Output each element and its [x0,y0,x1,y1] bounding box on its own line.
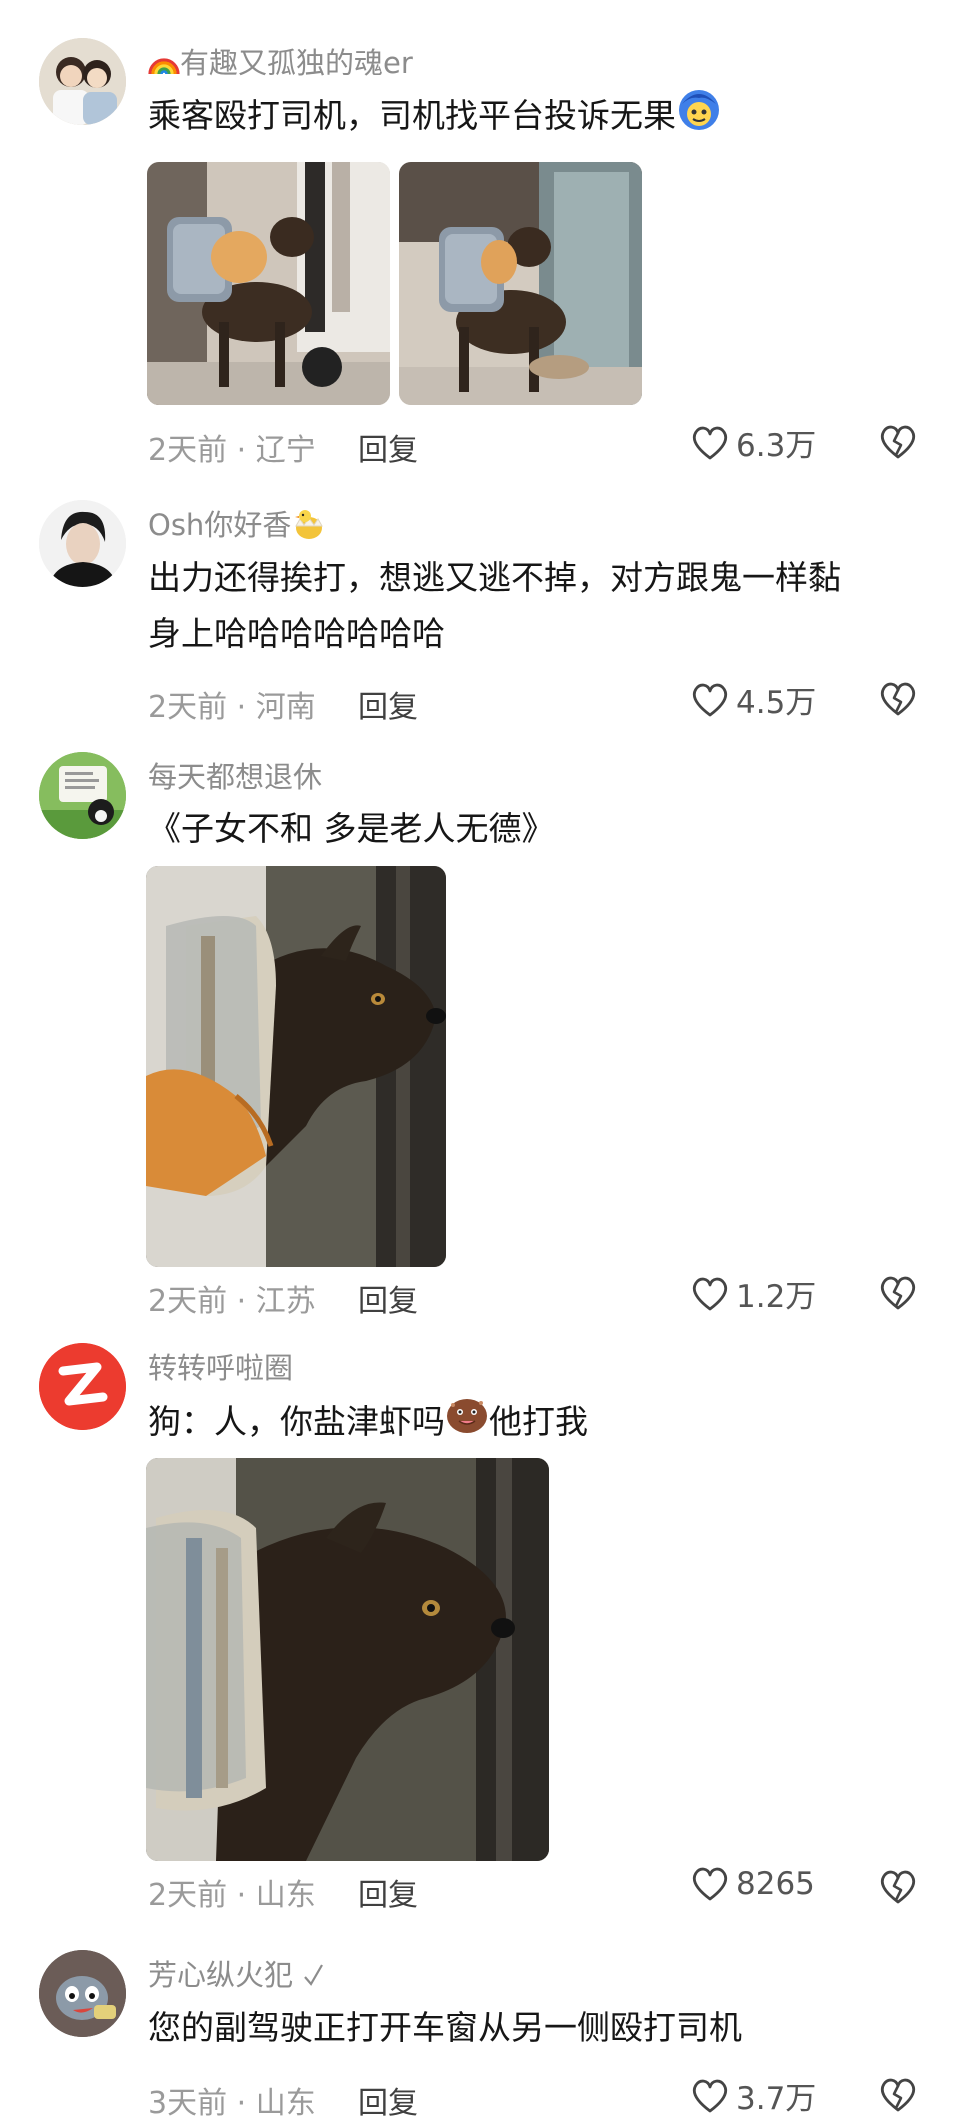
like-count: 1.2万 [736,1279,817,1315]
like-count: 3.7万 [736,2081,817,2117]
time-location: 2天前 · 河南 [148,690,316,725]
like-count: 6.3万 [736,428,817,464]
like-button[interactable]: 6.3万 [690,420,816,465]
time-location: 2天前 · 辽宁 [148,433,316,468]
reply-button[interactable]: 回复 [358,425,418,469]
comment-text: 乘客殴打司机，司机找平台投诉无果 [148,86,908,149]
heart-icon [692,2079,728,2112]
dislike-button[interactable] [878,1868,918,1910]
broken-heart-icon [880,425,916,459]
avatar[interactable] [39,1343,126,1430]
dislike-button[interactable] [878,2076,918,2118]
like-count: 8265 [736,1866,815,1902]
comment-text: 狗：人，你盐津虾吗 他打我 [148,1394,908,1452]
reply-button[interactable]: 回复 [358,682,418,726]
avatar[interactable] [39,38,126,125]
blue-face-emoji-icon [676,86,722,149]
username-text: 转转呼啦圈 [148,1351,294,1385]
comment-image-1[interactable] [147,162,390,405]
broken-heart-icon [880,1870,916,1904]
comment-image[interactable] [146,1458,549,1861]
heart-icon [692,426,728,459]
username[interactable]: 转转呼啦圈 [148,1345,293,1387]
dislike-button[interactable] [878,1274,918,1316]
avatar[interactable] [39,752,126,839]
username[interactable]: 有趣又孤独的魂er [148,40,413,83]
time-location: 2天前 · 山东 [148,1878,316,1913]
like-count: 4.5万 [736,685,817,721]
dislike-button[interactable] [878,680,918,722]
avatar[interactable] [39,500,126,587]
comment-text: 出力还得挨打，想逃又逃不掉，对方跟鬼一样黏 身上哈哈哈哈哈哈哈 [148,558,841,653]
avatar[interactable] [39,1950,126,2037]
username-text: 芳心纵火犯 [148,1958,294,1992]
broken-heart-icon [880,682,916,716]
dislike-button[interactable] [878,423,918,465]
username[interactable]: Osh你好香 [148,502,327,549]
time-location: 2天前 · 江苏 [148,1284,316,1319]
like-button[interactable]: 1.2万 [690,1271,816,1316]
broken-heart-icon [880,1276,916,1310]
username[interactable]: 芳心纵火犯 [148,1952,324,1994]
broken-heart-icon [880,2078,916,2112]
rainbow-icon [148,48,180,83]
like-button[interactable]: 4.5万 [690,677,816,722]
reply-button[interactable]: 回复 [358,2078,418,2122]
time-location: 3天前 · 山东 [148,2086,316,2121]
username-text: 有趣又孤独的魂er [180,46,413,80]
like-button[interactable]: 3.7万 [690,2073,816,2118]
chick-emoji-icon [291,506,327,549]
heart-icon [692,1277,728,1310]
check-icon [302,1960,324,1994]
username-text: Osh你好香 [148,508,292,542]
heart-icon [692,683,728,716]
comment-text: 您的副驾驶正打开车窗从另一侧殴打司机 [148,2008,742,2047]
username-text: 每天都想退休 [148,760,323,794]
reply-button[interactable]: 回复 [358,1276,418,1320]
comment-image[interactable] [146,866,446,1267]
comment-text: 《子女不和 多是老人无德》 [148,809,555,848]
cookie-face-emoji-icon [445,1395,489,1452]
comment-image-2[interactable] [399,162,642,405]
like-button[interactable]: 8265 [690,1865,815,1903]
username[interactable]: 每天都想退休 [148,754,322,796]
reply-button[interactable]: 回复 [358,1870,418,1914]
heart-icon [692,1867,728,1901]
